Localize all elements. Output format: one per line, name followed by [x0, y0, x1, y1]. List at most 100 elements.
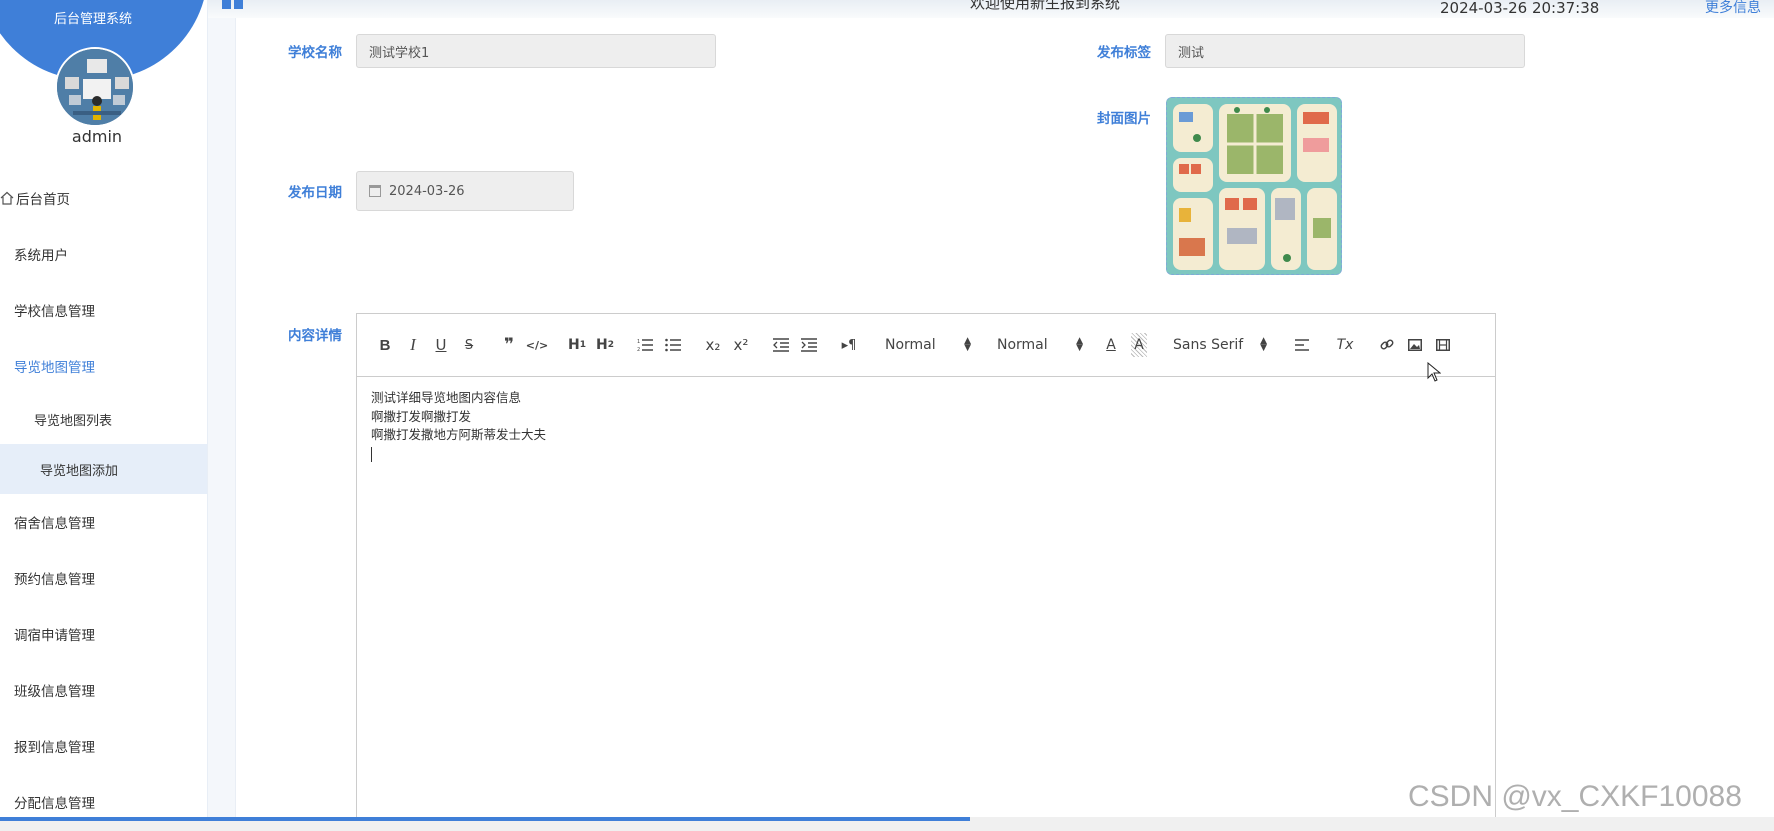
tag-label: 发布标签 — [1097, 45, 1151, 61]
bullet-list-button[interactable] — [659, 333, 687, 357]
sidebar-item-label: 报到信息管理 — [14, 740, 95, 756]
rich-text-editor: B I U S ❞ </> H1 H2 12 x₂ x² ▸¶ Normal ▲… — [356, 313, 1496, 831]
italic-button[interactable]: I — [399, 333, 427, 357]
font-color-button[interactable]: A — [1097, 333, 1125, 357]
bullet-list-icon — [665, 338, 681, 352]
size-picker[interactable]: Normal ▲ ▼ — [885, 333, 971, 357]
mouse-cursor-icon — [1427, 362, 1441, 382]
image-icon — [1408, 339, 1422, 351]
sidebar-item-school-info[interactable]: 学校信息管理 — [0, 282, 207, 338]
svg-text:2: 2 — [637, 347, 640, 352]
sidebar-item-label: 导览地图管理 — [14, 360, 95, 376]
superscript-button[interactable]: x² — [727, 333, 755, 357]
picker-arrows-icon: ▲ ▼ — [1076, 336, 1083, 353]
link-icon — [1380, 339, 1394, 350]
strike-button[interactable]: S — [455, 333, 483, 357]
sidebar-item-system-users[interactable]: 系统用户 — [0, 226, 207, 282]
svg-text:1: 1 — [637, 339, 640, 345]
more-info-link[interactable]: 更多信息 — [1705, 0, 1761, 17]
school-name-label: 学校名称 — [288, 45, 342, 61]
sidebar-item-reservation-info[interactable]: 预约信息管理 — [0, 550, 207, 606]
sidebar-item-label: 后台首页 — [16, 192, 70, 208]
picker-arrows-icon: ▲ ▼ — [1260, 336, 1267, 353]
avatar-illustration-icon — [57, 49, 133, 125]
editor-content[interactable]: 测试详细导览地图内容信息 啊撒打发啊撒打发 啊撒打发撒地方阿斯蒂发士大夫 — [357, 377, 1495, 475]
header-picker-value: Normal — [997, 337, 1048, 353]
sidebar-subitem-guide-map-add[interactable]: 导览地图添加 — [0, 444, 207, 494]
sidebar-item-guide-map[interactable]: 导览地图管理 — [0, 338, 207, 394]
ordered-list-button[interactable]: 12 — [631, 333, 659, 357]
outdent-button[interactable] — [767, 333, 795, 357]
sidebar-item-dorm-change[interactable]: 调宿申请管理 — [0, 606, 207, 662]
calendar-icon — [369, 185, 381, 197]
home-icon — [0, 191, 14, 205]
content-gutter — [208, 0, 236, 831]
tag-field[interactable]: 测试 — [1165, 34, 1525, 68]
horizontal-scrollbar[interactable] — [0, 817, 1774, 831]
picker-arrows-icon: ▲ ▼ — [964, 336, 971, 353]
text-direction-button[interactable]: ▸¶ — [835, 333, 863, 357]
font-picker[interactable]: Sans Serif ▲ ▼ — [1173, 333, 1267, 357]
clean-format-button[interactable]: Tx — [1331, 333, 1359, 357]
indent-button[interactable] — [795, 333, 823, 357]
admin-username: admin — [71, 127, 123, 146]
sidebar-item-label: 预约信息管理 — [14, 572, 95, 588]
sidebar-item-label: 调宿申请管理 — [14, 628, 95, 644]
font-picker-value: Sans Serif — [1173, 337, 1244, 353]
watermark: CSDN @vx_CXKF10088 — [1408, 780, 1742, 813]
header-picker[interactable]: Normal ▲ ▼ — [997, 333, 1083, 357]
avatar[interactable] — [55, 47, 135, 127]
content-line: 啊撒打发啊撒打发 — [371, 408, 472, 424]
sidebar: 后台管理系统 admin 后台首页 系统用户 学校信息管理 导览地图管理 导览地… — [0, 0, 208, 831]
sidebar-item-label: 系统用户 — [14, 248, 68, 264]
publish-date-label: 发布日期 — [288, 185, 342, 201]
content-line: 测试详细导览地图内容信息 — [371, 390, 522, 405]
content-line: 啊撒打发撒地方阿斯蒂发士大夫 — [371, 427, 547, 442]
background-color-button[interactable]: A — [1131, 333, 1147, 357]
content-label: 内容详情 — [288, 328, 342, 344]
school-name-value: 测试学校1 — [369, 45, 430, 61]
top-header: 欢迎使用新生报到系统 2024-03-26 20:37:38 更多信息 — [208, 0, 1774, 18]
scrollbar-thumb[interactable] — [0, 817, 970, 821]
text-caret — [371, 445, 1481, 464]
blockquote-button[interactable]: ❞ — [495, 333, 523, 357]
underline-button[interactable]: U — [427, 333, 455, 357]
bold-button[interactable]: B — [371, 333, 399, 357]
image-button[interactable] — [1401, 333, 1429, 357]
outdent-icon — [773, 338, 789, 352]
h2-button[interactable]: H2 — [591, 333, 619, 357]
sidebar-item-label: 分配信息管理 — [14, 796, 95, 812]
h1-button[interactable]: H1 — [563, 333, 591, 357]
sidebar-item-class-info[interactable]: 班级信息管理 — [0, 662, 207, 718]
sidebar-menu: 后台首页 系统用户 学校信息管理 导览地图管理 导览地图列表 导览地图添加 宿舍… — [0, 170, 207, 830]
ordered-list-icon: 12 — [637, 339, 653, 352]
menu-toggle-icon[interactable] — [222, 0, 244, 10]
sidebar-item-label: 宿舍信息管理 — [14, 516, 95, 532]
sidebar-item-home[interactable]: 后台首页 — [0, 170, 207, 226]
sidebar-item-dorm-info[interactable]: 宿舍信息管理 — [0, 494, 207, 550]
video-icon — [1436, 339, 1450, 351]
current-datetime: 2024-03-26 20:37:38 — [1440, 0, 1600, 17]
school-name-field[interactable]: 测试学校1 — [356, 34, 716, 68]
brand-title: 后台管理系统 — [54, 12, 133, 27]
subscript-button[interactable]: x₂ — [699, 333, 727, 357]
indent-icon — [801, 338, 817, 352]
code-button[interactable]: </> — [523, 333, 551, 357]
campus-map-thumbnail-icon — [1167, 98, 1341, 274]
video-button[interactable] — [1429, 333, 1457, 357]
align-button[interactable] — [1289, 333, 1317, 357]
link-button[interactable] — [1373, 333, 1401, 357]
sidebar-item-label: 学校信息管理 — [14, 304, 95, 320]
sidebar-subitem-label: 导览地图列表 — [34, 413, 113, 429]
h1-label: H — [568, 337, 580, 353]
publish-date-picker[interactable]: 2024-03-26 — [356, 171, 574, 211]
cover-image-upload[interactable] — [1166, 97, 1342, 275]
sidebar-item-label: 班级信息管理 — [14, 684, 95, 700]
h1-sub: 1 — [579, 340, 586, 350]
size-picker-value: Normal — [885, 337, 936, 353]
sidebar-subitem-guide-map-list[interactable]: 导览地图列表 — [0, 394, 207, 444]
align-left-icon — [1295, 339, 1309, 351]
sidebar-subitem-label: 导览地图添加 — [40, 463, 119, 479]
cover-label: 封面图片 — [1097, 111, 1151, 127]
sidebar-item-registration-info[interactable]: 报到信息管理 — [0, 718, 207, 774]
